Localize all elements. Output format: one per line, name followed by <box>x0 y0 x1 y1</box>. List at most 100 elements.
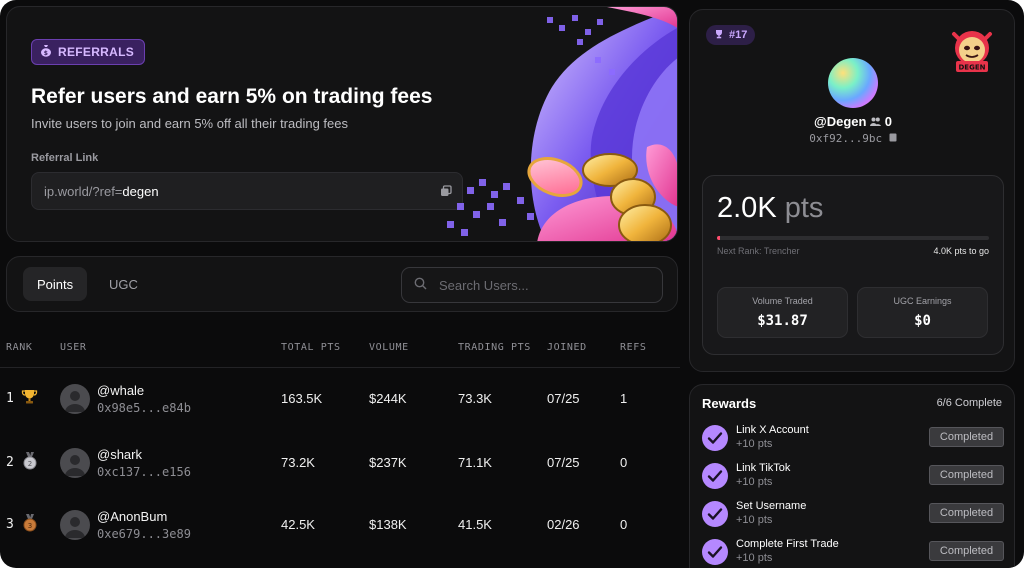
col-refs[interactable]: REFS <box>620 342 646 353</box>
col-user[interactable]: USER <box>60 342 86 353</box>
check-icon <box>702 463 728 489</box>
total-pts: 163.5K <box>281 391 323 406</box>
referral-link-prefix: ip.world/?ref= <box>44 183 123 199</box>
col-trading-pts[interactable]: TRADING PTS <box>458 342 531 353</box>
completed-button[interactable]: Completed <box>929 427 1004 447</box>
copy-icon[interactable] <box>889 132 897 145</box>
refs: 1 <box>620 391 628 406</box>
trophy-icon <box>21 388 38 410</box>
profile-address: 0xf92...9bc <box>809 132 883 145</box>
reward-points: +10 pts <box>736 438 773 450</box>
next-rank-label: Next Rank: Trencher <box>717 246 800 256</box>
svg-text:$: $ <box>44 50 48 57</box>
avatar <box>60 510 90 540</box>
bronze-medal-icon: 3 <box>23 514 37 537</box>
degen-mascot-logo: DEGEN <box>952 31 992 72</box>
points-value: 2.0K <box>717 192 777 224</box>
reward-name: Set Username <box>736 500 807 512</box>
search-placeholder: Search Users... <box>439 277 529 293</box>
col-rank[interactable]: RANK <box>6 342 32 353</box>
avatar <box>828 58 878 108</box>
col-volume[interactable]: VOLUME <box>369 342 409 353</box>
tab-points[interactable]: Points <box>23 267 88 301</box>
referral-link-label: Referral Link <box>31 152 99 164</box>
search-icon <box>414 277 427 293</box>
completed-button[interactable]: Completed <box>929 503 1004 523</box>
total-pts: 73.2K <box>281 455 315 470</box>
money-bag-icon: $ <box>40 44 52 60</box>
points-total: 2.0K pts <box>717 192 823 225</box>
points-summary: 2.0K pts Next Rank: Trencher 4.0K pts to… <box>702 175 1004 355</box>
stat-value: $31.87 <box>757 313 808 329</box>
profile-name: @Degen <box>814 114 867 129</box>
leaderboard-toolbar: Points UGC Search Users... <box>6 256 678 312</box>
stat-label: UGC Earnings <box>893 296 952 306</box>
rank-number: 1 <box>6 391 14 406</box>
app-frame: $ REFERRALS Refer users and earn 5% on t… <box>0 0 1024 568</box>
user-address: 0xe679...3e89 <box>97 527 191 541</box>
rewards-count: 6/6 Complete <box>936 397 1002 409</box>
rewards-card: Rewards 6/6 Complete Link X Account +10 … <box>689 384 1015 568</box>
trading-pts: 73.3K <box>458 391 492 406</box>
trading-pts: 71.1K <box>458 455 492 470</box>
rank-number: 2 <box>6 455 14 470</box>
referrals-badge: $ REFERRALS <box>31 39 146 65</box>
rank-progress-bar <box>717 236 989 240</box>
refs: 0 <box>620 455 628 470</box>
volume: $244K <box>369 391 407 406</box>
badge-label: REFERRALS <box>58 45 135 59</box>
volume: $237K <box>369 455 407 470</box>
user-name[interactable]: @AnonBum <box>97 509 167 524</box>
profile-name-row: @Degen 0 <box>690 114 1016 129</box>
volume: $138K <box>369 517 407 532</box>
reward-points: +10 pts <box>736 514 773 526</box>
avatar <box>60 448 90 478</box>
check-icon <box>702 539 728 565</box>
reward-points: +10 pts <box>736 476 773 488</box>
reward-item: Set Username +10 pts Completed <box>702 498 1004 532</box>
rank-progress-fill <box>717 236 720 240</box>
reward-points: +10 pts <box>736 552 773 564</box>
user-address: 0x98e5...e84b <box>97 401 191 415</box>
joined: 07/25 <box>547 391 580 406</box>
followers-icon <box>870 114 885 129</box>
reward-name: Link X Account <box>736 424 809 436</box>
joined: 02/26 <box>547 517 580 532</box>
completed-button[interactable]: Completed <box>929 541 1004 561</box>
col-total-pts[interactable]: TOTAL PTS <box>281 342 341 353</box>
hero-title: Refer users and earn 5% on trading fees <box>31 85 433 108</box>
svg-text:2: 2 <box>28 460 32 468</box>
check-icon <box>702 425 728 451</box>
tab-ugc[interactable]: UGC <box>95 267 152 301</box>
ugc-earnings-stat: UGC Earnings $0 <box>857 287 988 338</box>
referral-code: degen <box>122 183 159 199</box>
referral-link-field[interactable]: ip.world/?ref= degen <box>31 172 463 210</box>
col-joined[interactable]: JOINED <box>547 342 587 353</box>
rewards-title: Rewards <box>702 396 757 411</box>
rank-value: #17 <box>729 29 748 41</box>
completed-button[interactable]: Completed <box>929 465 1004 485</box>
stat-label: Volume Traded <box>752 296 813 306</box>
referral-hero-card: $ REFERRALS Refer users and earn 5% on t… <box>6 6 678 242</box>
table-row[interactable]: 2 2 @shark 0xc137...e156 73.2K $237K 71.… <box>0 432 680 494</box>
mascot-label: DEGEN <box>959 64 986 72</box>
table-row[interactable]: 1 @whale 0x98e5...e84b 163.5K $244K 73.3… <box>0 368 680 430</box>
user-name[interactable]: @whale <box>97 383 144 398</box>
reward-item: Link TikTok +10 pts Completed <box>702 460 1004 494</box>
rank-badge: #17 <box>706 25 756 45</box>
stat-value: $0 <box>914 313 931 329</box>
table-row[interactable]: 3 3 @AnonBum 0xe679...3e89 42.5K $138K 4… <box>0 494 680 556</box>
volume-traded-stat: Volume Traded $31.87 <box>717 287 848 338</box>
profile-card: #17 DEGEN @Degen 0 0xf92...9bc 2.0K pts … <box>689 9 1015 372</box>
rank-number: 3 <box>6 517 14 532</box>
search-input[interactable]: Search Users... <box>401 267 663 303</box>
user-name[interactable]: @shark <box>97 447 142 462</box>
points-unit: pts <box>784 192 824 224</box>
reward-item: Complete First Trade +10 pts Completed <box>702 536 1004 568</box>
check-icon <box>702 501 728 527</box>
total-pts: 42.5K <box>281 517 315 532</box>
leaderboard-header: RANK USER TOTAL PTS VOLUME TRADING PTS J… <box>0 330 680 368</box>
refs: 0 <box>620 517 628 532</box>
coins-illustration <box>447 7 677 241</box>
profile-address-row: 0xf92...9bc <box>690 132 1016 145</box>
